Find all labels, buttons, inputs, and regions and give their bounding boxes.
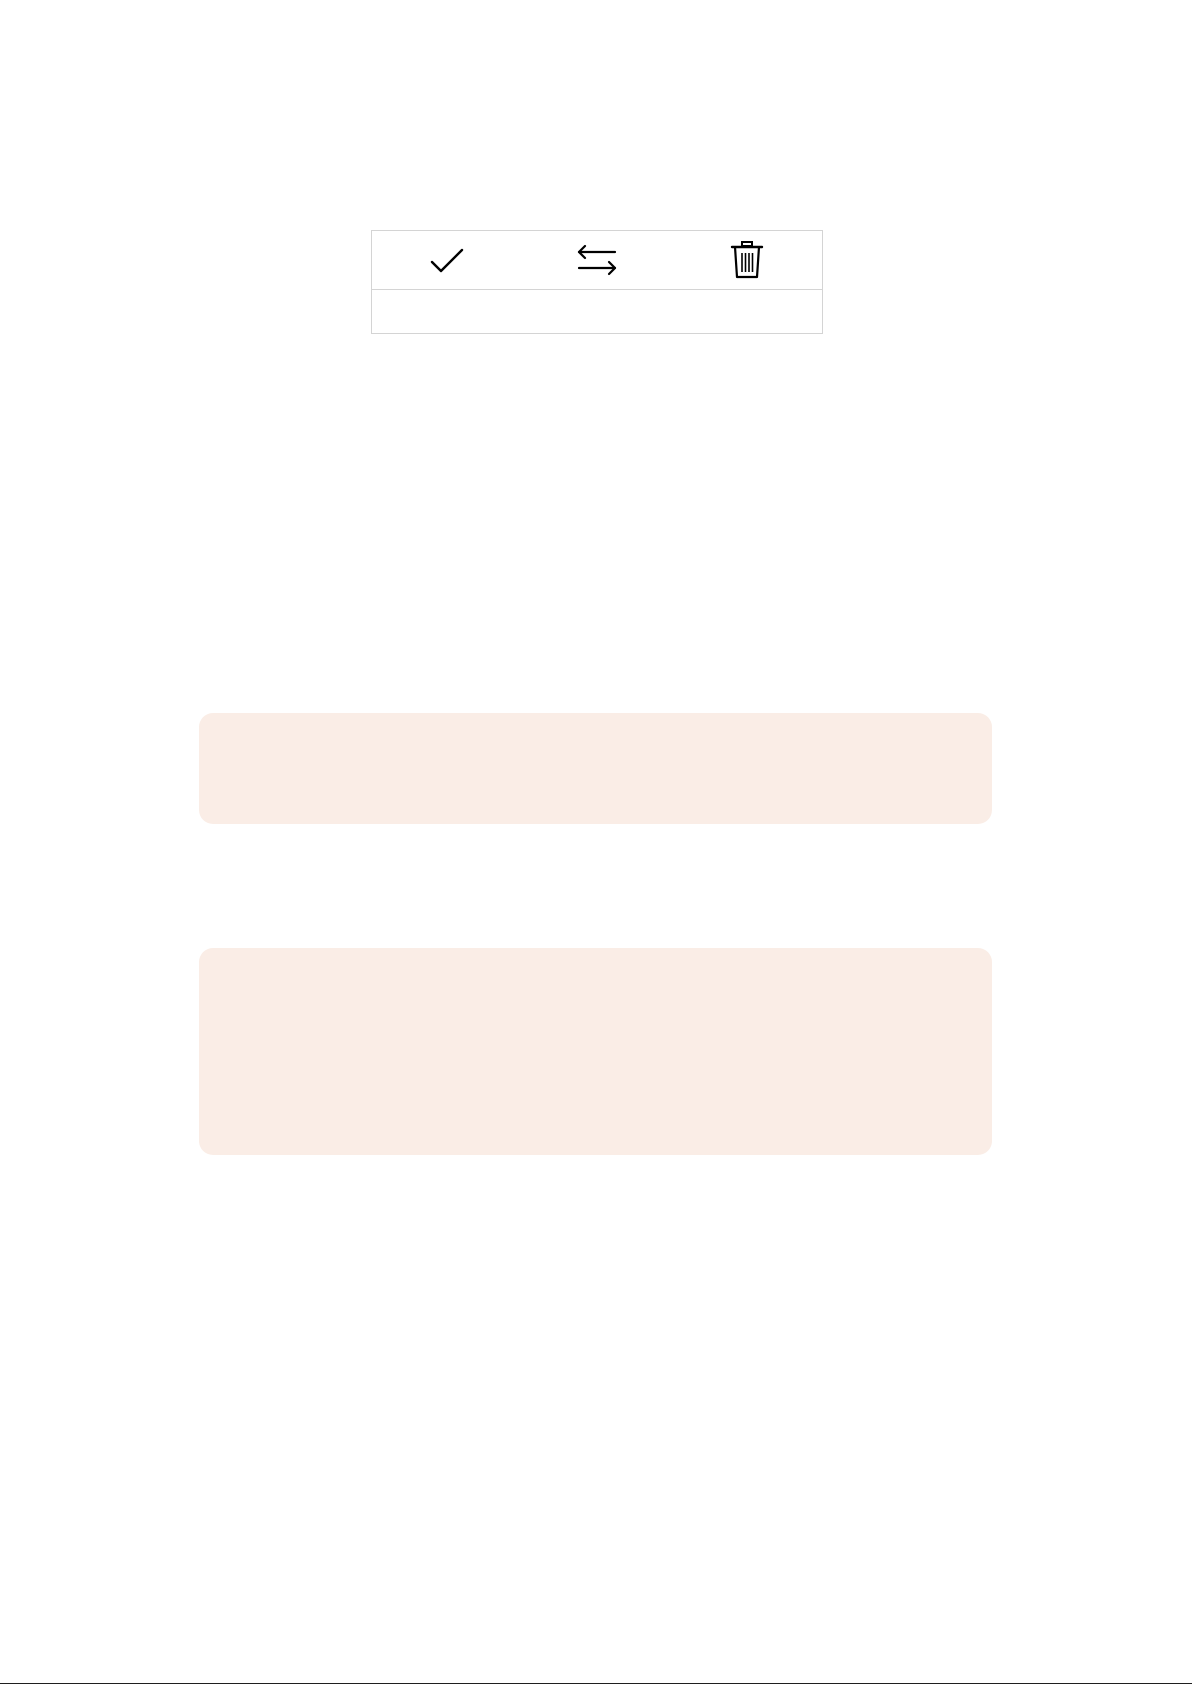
delete-label [672, 290, 822, 334]
footer-divider [0, 1683, 1192, 1684]
swap-label [522, 290, 672, 334]
icon-row [372, 231, 822, 290]
checkmark-icon[interactable] [429, 245, 465, 275]
label-row [372, 290, 822, 334]
callout-box [199, 948, 992, 1155]
callout-box [199, 713, 992, 824]
delete-cell[interactable] [672, 231, 822, 289]
confirm-cell[interactable] [372, 231, 522, 289]
swap-cell[interactable] [522, 231, 672, 289]
swap-arrows-icon[interactable] [575, 243, 619, 277]
callout-text [199, 713, 992, 753]
trash-icon[interactable] [730, 240, 764, 280]
confirm-label [372, 290, 522, 334]
action-icon-table [371, 230, 823, 334]
callout-text [199, 948, 992, 988]
